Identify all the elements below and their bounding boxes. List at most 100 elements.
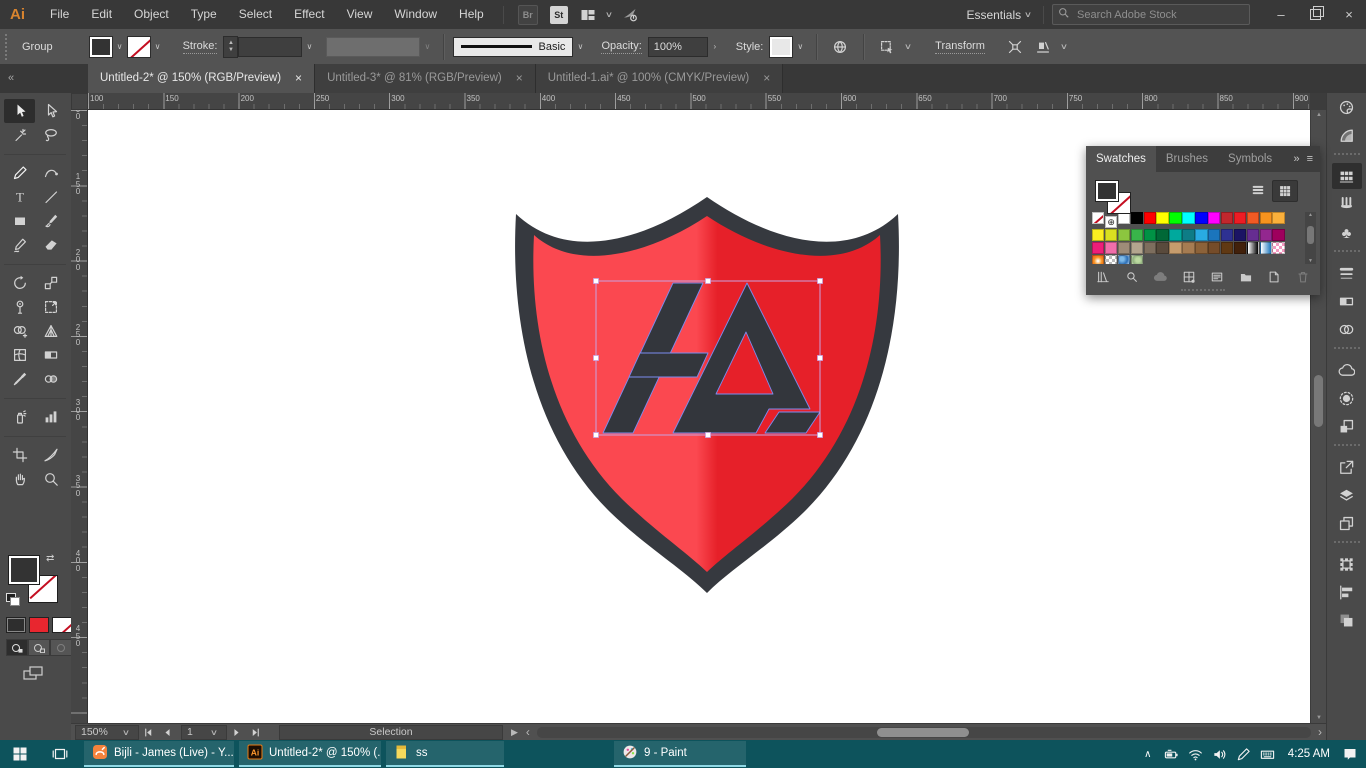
swatch-libraries-button[interactable] <box>1096 270 1110 284</box>
gradient-mode-button[interactable] <box>29 617 49 633</box>
tray-battery-icon[interactable] <box>1160 740 1184 768</box>
swatch-kinds-button[interactable] <box>1182 270 1196 284</box>
search-swatches-button[interactable] <box>1125 270 1139 284</box>
vertical-ruler[interactable]: 100150200250300350400450 <box>71 110 88 723</box>
menu-effect[interactable]: Effect <box>283 0 335 29</box>
tray-pen-icon[interactable] <box>1232 740 1256 768</box>
taskbar-app-paint[interactable]: 9 - Paint <box>614 741 746 767</box>
gradient-panel-button[interactable] <box>1332 288 1362 314</box>
layers-panel-button[interactable] <box>1332 482 1362 508</box>
tab-close-icon[interactable]: × <box>763 64 770 93</box>
menu-view[interactable]: View <box>336 0 384 29</box>
stock-button[interactable]: St <box>550 6 568 24</box>
swatch[interactable] <box>1131 229 1143 241</box>
swatch[interactable] <box>1260 212 1272 224</box>
export-panel-button[interactable] <box>1332 454 1362 480</box>
status-menu-icon[interactable]: ▶ <box>511 727 518 738</box>
symbol-sprayer-tool[interactable] <box>4 405 35 429</box>
blend-tool[interactable] <box>35 367 66 391</box>
default-fill-stroke-icon[interactable] <box>6 593 19 605</box>
taskbar-app-notes[interactable]: ss <box>386 741 504 767</box>
scroll-right-icon[interactable]: › <box>1318 725 1322 739</box>
transform-panel-button[interactable] <box>1332 551 1362 577</box>
menu-edit[interactable]: Edit <box>80 0 123 29</box>
swatch[interactable] <box>1144 212 1156 224</box>
chevron-down-icon[interactable]: ∨ <box>151 37 165 57</box>
pen-tool[interactable] <box>4 161 35 185</box>
last-artboard-button[interactable] <box>250 727 261 738</box>
tray-volume-icon[interactable] <box>1208 740 1232 768</box>
none-mode-button[interactable] <box>52 617 72 633</box>
transform-bounding-icon[interactable] <box>1007 39 1023 55</box>
swatch[interactable] <box>1221 229 1233 241</box>
mesh-tool[interactable] <box>4 343 35 367</box>
arrange-documents-button[interactable] <box>580 7 596 23</box>
color-guide-panel-button[interactable] <box>1332 122 1362 148</box>
chevron-right-icon[interactable]: › <box>708 37 722 57</box>
taskbar-app-illustrator[interactable]: AiUntitled-2* @ 150% (... <box>239 741 381 767</box>
artboard-navigation-dropdown[interactable]: 1 ∨ <box>181 725 227 740</box>
swatch[interactable] <box>1169 212 1181 224</box>
chevron-down-icon[interactable]: ∨ <box>573 37 587 57</box>
swatch[interactable] <box>1272 212 1284 224</box>
swatch[interactable] <box>1247 212 1259 224</box>
bridge-button[interactable]: Br <box>518 5 538 25</box>
eyedropper-tool[interactable] <box>4 367 35 391</box>
swatch[interactable] <box>1195 229 1207 241</box>
curvature-tool[interactable] <box>35 161 66 185</box>
taskbar-clock[interactable]: 4:25 AM <box>1280 748 1338 760</box>
selection-tool[interactable] <box>4 99 35 123</box>
swatch[interactable] <box>1221 212 1233 224</box>
opacity-value[interactable]: 100% <box>648 37 708 57</box>
tab-close-icon[interactable]: × <box>516 64 523 93</box>
align-options-icon[interactable] <box>1035 39 1051 55</box>
swatch[interactable] <box>1131 242 1143 254</box>
document-tab-3[interactable]: Untitled-1.ai* @ 100% (CMYK/Preview)× <box>536 64 784 93</box>
stroke-color-swatch[interactable] <box>127 36 151 58</box>
horizontal-scrollbar[interactable] <box>537 727 1311 738</box>
swatch[interactable] <box>1144 242 1156 254</box>
close-button[interactable]: × <box>1332 0 1366 29</box>
align-panel-button[interactable] <box>1332 579 1362 605</box>
puppet-warp-tool[interactable] <box>4 295 35 319</box>
shaper-tool[interactable] <box>4 233 35 257</box>
pathfinder-panel-button[interactable] <box>1332 607 1362 633</box>
swatch[interactable] <box>1234 229 1246 241</box>
chevron-down-icon[interactable]: ∨ <box>793 37 807 57</box>
horizontal-scroll-thumb[interactable] <box>877 728 969 737</box>
panel-tab-brushes[interactable]: Brushes <box>1156 146 1218 172</box>
panel-grip[interactable] <box>5 34 12 60</box>
list-view-button[interactable] <box>1246 180 1270 200</box>
swatch[interactable] <box>1092 242 1104 254</box>
swatch[interactable] <box>1208 229 1220 241</box>
gradient-tool[interactable] <box>35 343 66 367</box>
zoom-level-dropdown[interactable]: 150% ∨ <box>75 725 139 740</box>
slice-tool[interactable] <box>35 443 66 467</box>
fill-color-swatch[interactable] <box>89 36 113 58</box>
zoom-tool[interactable] <box>35 467 66 491</box>
swatch[interactable] <box>1272 242 1284 254</box>
perspective-grid-tool[interactable] <box>35 319 66 343</box>
swatch[interactable] <box>1118 255 1130 264</box>
selection-handle[interactable] <box>706 279 711 284</box>
first-artboard-button[interactable] <box>143 727 154 738</box>
selection-handle[interactable] <box>594 356 599 361</box>
artboards-panel-button[interactable] <box>1332 510 1362 536</box>
panel-fill-stroke-proxy[interactable] <box>1095 180 1135 216</box>
swatch[interactable] <box>1208 242 1220 254</box>
swatch[interactable] <box>1221 242 1233 254</box>
swatch[interactable] <box>1092 255 1104 264</box>
selection-handle[interactable] <box>818 356 823 361</box>
swatch[interactable] <box>1247 242 1259 254</box>
swatch[interactable] <box>1092 212 1104 224</box>
rectangle-tool[interactable] <box>4 209 35 233</box>
swatch-scrollbar[interactable]: ▲ ▼ <box>1305 212 1316 264</box>
paintbrush-tool[interactable] <box>35 209 66 233</box>
swatch[interactable] <box>1182 229 1194 241</box>
panel-menu-icon[interactable]: ≡ <box>1307 153 1313 165</box>
menu-select[interactable]: Select <box>228 0 283 29</box>
swatch[interactable] <box>1156 242 1168 254</box>
workspace-switcher[interactable]: Essentials <box>966 8 1021 22</box>
selection-handle[interactable] <box>594 433 599 438</box>
color-panel-button[interactable] <box>1332 94 1362 120</box>
